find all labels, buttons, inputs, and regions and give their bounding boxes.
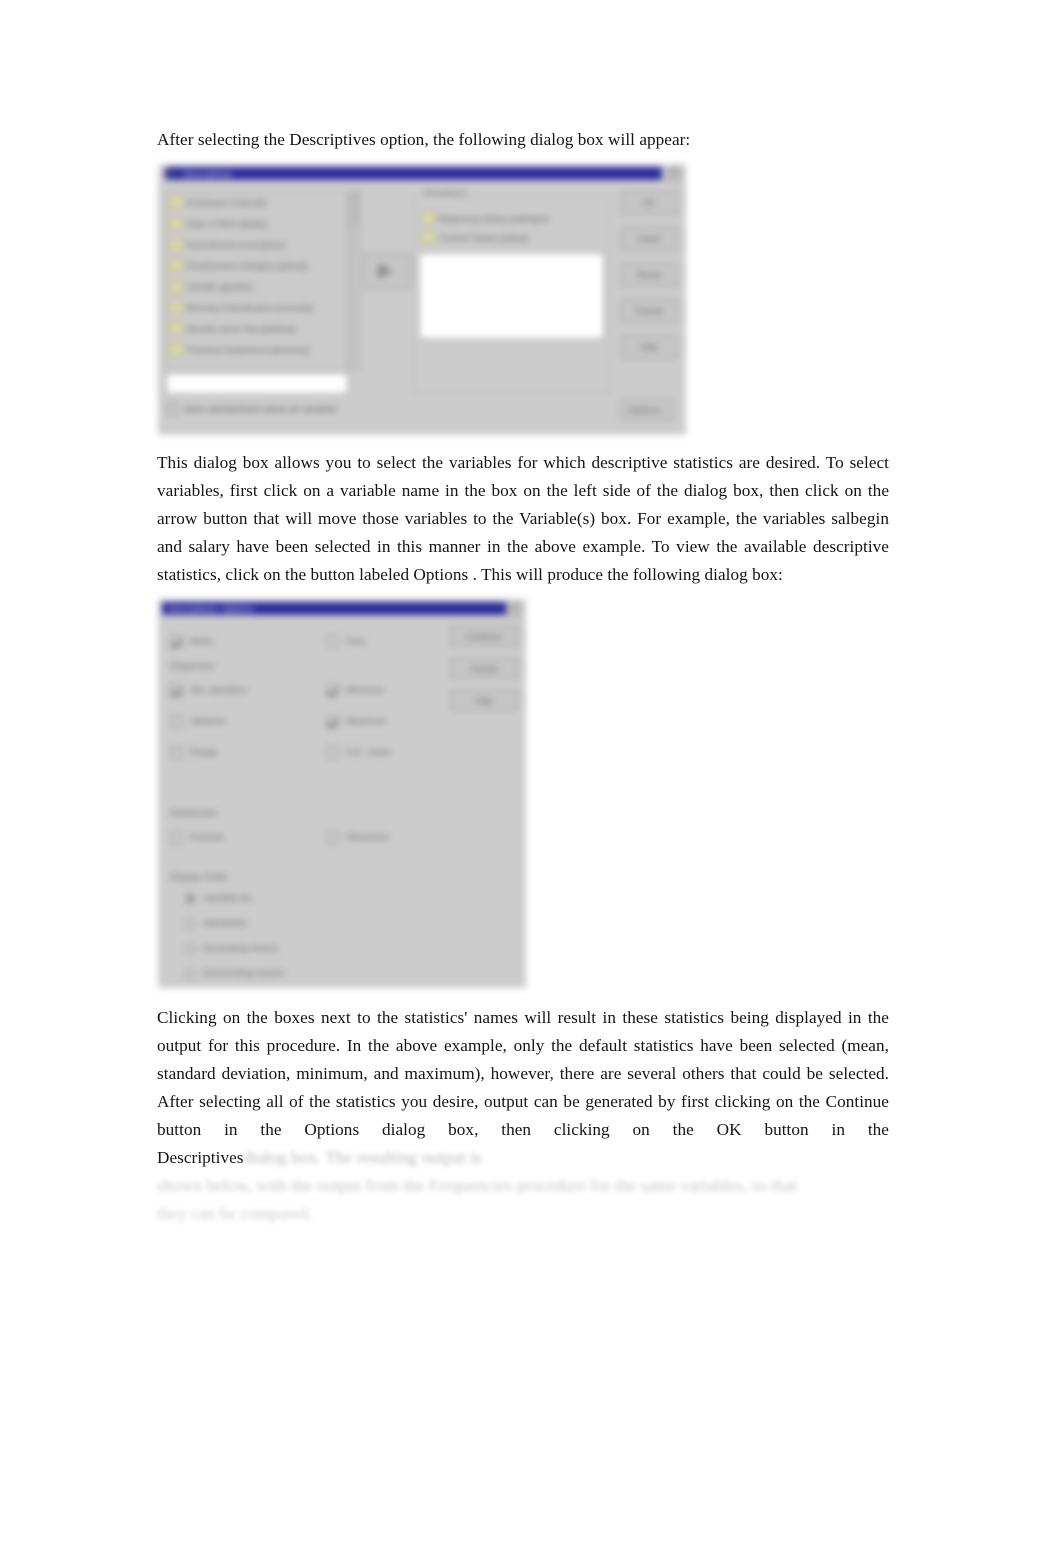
variable-source-list[interactable]: Employee Code [id] Date of Birth [bdate]… bbox=[166, 191, 348, 371]
options-dialog-title: Descriptives: Options bbox=[168, 603, 254, 614]
variable-icon bbox=[169, 343, 183, 356]
cancel-button[interactable]: Cancel bbox=[450, 658, 518, 679]
scrollbar-thumb[interactable] bbox=[349, 192, 360, 226]
statistics-left-column: Mean Dispersion Std. deviation Variance … bbox=[170, 626, 325, 768]
descriptives-dialog-title: Descriptives bbox=[183, 168, 233, 179]
help-button[interactable]: Help bbox=[450, 690, 518, 711]
checkbox-icon[interactable] bbox=[166, 403, 178, 415]
save-standardized-label: Save standardized values as variables bbox=[184, 404, 338, 414]
checkbox-range[interactable]: Range bbox=[170, 737, 325, 768]
titlebar-blue-band bbox=[166, 167, 662, 180]
checkbox-icon[interactable] bbox=[326, 715, 339, 728]
list-item[interactable]: Gender [gender] bbox=[167, 276, 347, 297]
display-order-header: Display Order bbox=[170, 872, 229, 883]
checkbox-icon[interactable] bbox=[170, 635, 183, 648]
save-standardized-checkbox-row[interactable]: Save standardized values as variables bbox=[166, 399, 678, 419]
descriptives-titlebar: Descriptives X bbox=[158, 164, 686, 183]
list-item[interactable]: Educational Level [educ] bbox=[167, 234, 347, 255]
list-item[interactable]: Employee Code [id] bbox=[167, 192, 347, 213]
options-button-column: Continue Cancel Help bbox=[450, 626, 518, 722]
variable-icon bbox=[169, 322, 183, 335]
faded-tail-line-3: they can be compared. bbox=[157, 1204, 313, 1223]
radio-icon[interactable] bbox=[184, 917, 196, 930]
list-item[interactable]: Previous Experience [prevexp] bbox=[167, 339, 347, 360]
checkbox-mean[interactable]: Mean bbox=[170, 626, 325, 657]
paragraph-three-tail: shown below, with the output from the Fr… bbox=[157, 1172, 889, 1228]
list-item[interactable]: Minority Classification [minority] bbox=[167, 297, 347, 318]
radio-icon[interactable] bbox=[184, 942, 196, 955]
radio-icon[interactable] bbox=[184, 967, 196, 980]
para2-line5: the button labeled Options . This will p… bbox=[285, 565, 783, 584]
cancel-button[interactable]: Cancel bbox=[620, 299, 678, 323]
variable-icon bbox=[169, 196, 183, 209]
paste-button[interactable]: Paste bbox=[620, 227, 678, 251]
descriptives-dialog-body: Employee Code [id] Date of Birth [bdate]… bbox=[158, 183, 686, 435]
checkbox-skewness[interactable]: Skewness bbox=[326, 822, 486, 853]
variable-icon bbox=[169, 259, 183, 272]
display-order-section: Display Order Variable list Alphabetic A… bbox=[170, 868, 500, 986]
checkbox-variance[interactable]: Variance bbox=[170, 706, 325, 737]
faded-tail-line-1: dialog box. The resulting output is bbox=[243, 1148, 482, 1167]
checkbox-sum[interactable]: Sum bbox=[326, 626, 446, 657]
document-page: After selecting the Descriptives option,… bbox=[0, 0, 1062, 1556]
options-titlebar: Descriptives: Options X bbox=[158, 599, 526, 618]
variable-icon bbox=[421, 212, 435, 225]
para2-line1: This dialog box allows you to select the… bbox=[157, 453, 889, 472]
list-item[interactable]: Employment Category [jobcat] bbox=[167, 255, 347, 276]
variable-icon bbox=[169, 217, 183, 230]
reset-button[interactable]: Reset bbox=[620, 263, 678, 287]
radio-variable-list[interactable]: Variable list bbox=[170, 886, 500, 911]
checkbox-icon[interactable] bbox=[170, 831, 183, 844]
options-dialog-screenshot: Descriptives: Options X Mean Dispersion … bbox=[158, 599, 526, 988]
checkbox-icon[interactable] bbox=[326, 746, 339, 759]
dialog-button-column: OK Paste Reset Cancel Help bbox=[620, 191, 678, 371]
ok-button[interactable]: OK bbox=[620, 191, 678, 215]
checkbox-maximum[interactable]: Maximum bbox=[326, 706, 446, 737]
continue-button[interactable]: Continue bbox=[450, 626, 518, 647]
options-dialog-body: Mean Dispersion Std. deviation Variance … bbox=[158, 618, 526, 988]
checkbox-icon[interactable] bbox=[170, 715, 183, 728]
distribution-header: Distribution bbox=[170, 808, 218, 819]
close-icon[interactable]: X bbox=[506, 602, 522, 617]
variable-list-scrollbar[interactable] bbox=[348, 191, 361, 371]
spss-app-icon bbox=[164, 167, 176, 180]
checkbox-icon[interactable] bbox=[326, 635, 339, 648]
paragraph-two: This dialog box allows you to select the… bbox=[157, 449, 889, 589]
move-arrow-button[interactable] bbox=[364, 253, 410, 289]
close-icon[interactable]: X bbox=[666, 167, 682, 182]
radio-icon[interactable] bbox=[184, 892, 196, 905]
checkbox-icon[interactable] bbox=[170, 746, 183, 759]
list-item[interactable]: Date of Birth [bdate] bbox=[167, 213, 347, 234]
radio-descending-means[interactable]: Descending means bbox=[170, 961, 500, 986]
distribution-section: Distribution Kurtosis Skewness bbox=[170, 804, 500, 853]
variable-icon bbox=[169, 238, 183, 251]
selected-variables-empty-area[interactable] bbox=[419, 253, 604, 339]
checkbox-icon[interactable] bbox=[326, 831, 339, 844]
faded-tail-line-2: shown below, with the output from the Fr… bbox=[157, 1176, 798, 1195]
selected-variable-field[interactable] bbox=[166, 373, 348, 394]
checkbox-kurtosis[interactable]: Kurtosis bbox=[170, 822, 326, 853]
checkbox-icon[interactable] bbox=[170, 684, 183, 697]
variable-icon bbox=[169, 301, 183, 314]
intro-paragraph: After selecting the Descriptives option,… bbox=[157, 130, 691, 149]
list-item[interactable]: Current Salary [salary] bbox=[419, 228, 602, 247]
radio-ascending-means[interactable]: Ascending means bbox=[170, 936, 500, 961]
radio-alphabetic[interactable]: Alphabetic bbox=[170, 911, 500, 936]
list-item[interactable]: Beginning Salary [salbegin] bbox=[419, 209, 602, 228]
selected-variables-list[interactable]: Beginning Salary [salbegin] Current Sala… bbox=[419, 209, 602, 249]
variable-icon bbox=[169, 280, 183, 293]
checkbox-icon[interactable] bbox=[326, 684, 339, 697]
statistics-right-column: Sum Minimum Maximum S.E. mean bbox=[326, 626, 446, 768]
checkbox-minimum[interactable]: Minimum bbox=[326, 675, 446, 706]
paragraph-three: Clicking on the boxes next to the statis… bbox=[157, 1004, 889, 1172]
checkbox-std-deviation[interactable]: Std. deviation bbox=[170, 675, 325, 706]
variable-icon bbox=[421, 231, 435, 244]
dispersion-header: Dispersion bbox=[170, 661, 215, 672]
checkbox-se-mean[interactable]: S.E. mean bbox=[326, 737, 446, 768]
list-item[interactable]: Months since Hire [jobtime] bbox=[167, 318, 347, 339]
options-button[interactable]: Options... bbox=[620, 399, 674, 421]
help-button[interactable]: Help bbox=[620, 335, 678, 359]
document-content: After selecting the Descriptives option,… bbox=[157, 126, 889, 1228]
descriptives-dialog-screenshot: Descriptives X Employee Code [id] Date o… bbox=[158, 164, 686, 435]
